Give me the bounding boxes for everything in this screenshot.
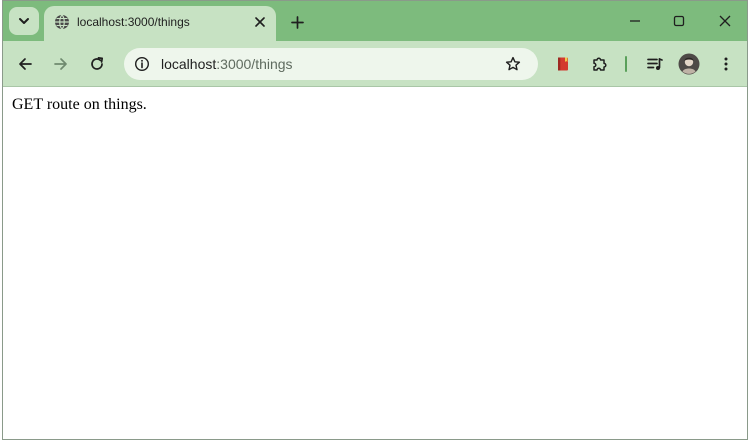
more-vertical-icon (724, 57, 728, 71)
back-button[interactable] (11, 50, 39, 78)
address-bar[interactable]: localhost:3000/things (124, 48, 538, 80)
extensions-button[interactable] (586, 50, 614, 78)
puzzle-icon (593, 57, 607, 71)
toolbar-divider (625, 56, 627, 72)
close-tab-button[interactable] (251, 13, 269, 31)
chevron-down-icon (19, 18, 29, 24)
info-icon (134, 56, 150, 72)
url-path: :3000/things (216, 56, 293, 72)
forward-arrow-icon (54, 58, 67, 70)
close-window-button[interactable] (703, 7, 747, 35)
tab-search-button[interactable] (9, 7, 39, 35)
browser-window: localhost:3000/things localhost:3000/thi… (2, 0, 748, 440)
minimize-button[interactable] (613, 7, 657, 35)
close-icon (255, 17, 265, 27)
globe-icon (54, 14, 70, 30)
forward-button[interactable] (47, 50, 75, 78)
avatar (678, 53, 700, 75)
book-icon (558, 57, 568, 71)
url-text[interactable]: localhost:3000/things (161, 56, 293, 72)
star-icon (505, 56, 521, 71)
plus-icon (290, 15, 304, 29)
menu-button[interactable] (712, 50, 740, 78)
close-icon (719, 15, 731, 27)
page-viewport: GET route on things. (3, 88, 747, 439)
new-tab-button[interactable] (285, 10, 309, 34)
back-arrow-icon (19, 58, 32, 70)
extension-book-button[interactable] (549, 50, 577, 78)
site-info-button[interactable] (132, 54, 152, 74)
reload-button[interactable] (83, 50, 111, 78)
reload-icon (91, 56, 104, 70)
profile-button[interactable] (675, 50, 703, 78)
bookmark-button[interactable] (503, 54, 523, 74)
url-host: localhost (161, 56, 217, 72)
playlist-icon (647, 58, 663, 70)
minimize-icon (630, 20, 640, 22)
maximize-icon (673, 15, 685, 27)
page-body-text: GET route on things. (12, 96, 147, 113)
tab-active[interactable]: localhost:3000/things (44, 6, 276, 41)
toolbar: localhost:3000/things (3, 41, 747, 87)
tab-title: localhost:3000/things (77, 15, 190, 29)
media-controls-button[interactable] (641, 50, 669, 78)
maximize-button[interactable] (657, 7, 701, 35)
tab-strip: localhost:3000/things (3, 1, 747, 41)
